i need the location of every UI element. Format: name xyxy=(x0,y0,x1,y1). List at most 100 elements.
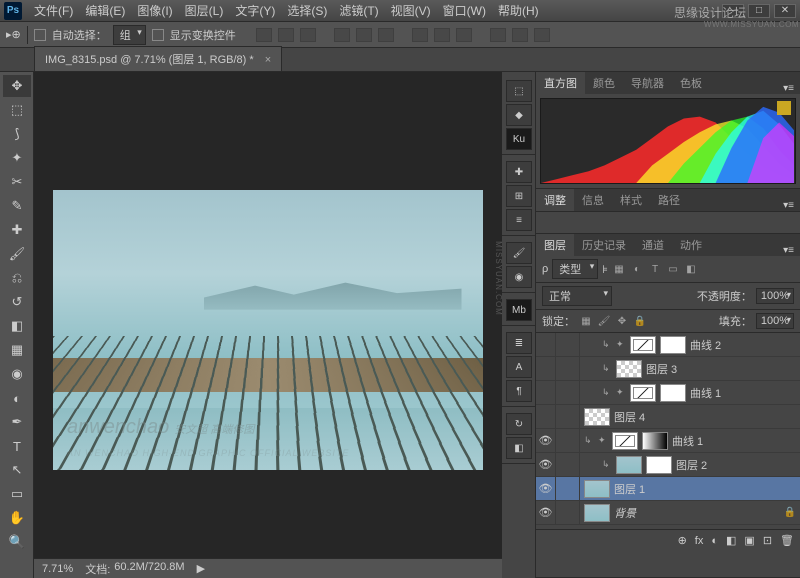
layer-thumb[interactable] xyxy=(660,336,686,354)
layer-thumb[interactable] xyxy=(660,384,686,402)
align-top-icon[interactable] xyxy=(334,28,350,42)
layer-name[interactable]: 曲线 2 xyxy=(690,337,721,353)
dock-btn-2[interactable]: ◆ xyxy=(506,104,532,126)
dock-btn-6[interactable]: 🖌 xyxy=(506,242,532,264)
move-tool[interactable]: ✥ xyxy=(3,75,31,97)
adjustment-layer-icon[interactable]: ◧ xyxy=(726,534,736,547)
history-brush-tool[interactable]: ↺ xyxy=(3,291,31,313)
layer-thumb[interactable] xyxy=(612,432,638,450)
fill-input[interactable]: 100% xyxy=(756,313,794,329)
histogram-cache-warn-icon[interactable] xyxy=(777,101,791,115)
menu-file[interactable]: 文件(F) xyxy=(28,2,79,19)
status-zoom[interactable]: 7.71% xyxy=(42,563,73,575)
filter-kind-select[interactable]: 类型 xyxy=(552,259,598,279)
layer-row[interactable]: 👁图层 1 xyxy=(536,477,800,501)
dock-btn-8[interactable]: ≣ xyxy=(506,332,532,354)
status-menu-arrow[interactable]: ▶ xyxy=(197,562,205,575)
distribute-6-icon[interactable] xyxy=(534,28,550,42)
layer-thumb[interactable] xyxy=(646,456,672,474)
brush-tool[interactable]: 🖌 xyxy=(3,243,31,265)
link-layers-icon[interactable]: ⊕ xyxy=(678,534,687,547)
menu-image[interactable]: 图像(I) xyxy=(131,2,178,19)
path-select-tool[interactable]: ↖ xyxy=(3,459,31,481)
new-layer-icon[interactable]: ⊡ xyxy=(763,534,772,547)
layer-thumb[interactable] xyxy=(616,456,642,474)
auto-select-checkbox[interactable] xyxy=(34,29,46,41)
group-layers-icon[interactable]: ▣ xyxy=(744,534,754,547)
align-left-icon[interactable] xyxy=(256,28,272,42)
menu-select[interactable]: 选择(S) xyxy=(281,2,333,19)
layer-row[interactable]: ↳✦曲线 1 xyxy=(536,381,800,405)
panel-menu-icon[interactable]: ▾≡ xyxy=(777,245,800,256)
dock-btn-ku[interactable]: Ku xyxy=(506,128,532,150)
tab-layers[interactable]: 图层 xyxy=(536,234,574,256)
layer-name[interactable]: 图层 1 xyxy=(614,481,645,497)
stamp-tool[interactable]: ⎌ xyxy=(3,267,31,289)
lock-all-icon[interactable]: 🔒 xyxy=(633,314,647,328)
show-transform-checkbox[interactable] xyxy=(152,29,164,41)
layer-thumb[interactable] xyxy=(584,504,610,522)
layer-row[interactable]: 图层 4 xyxy=(536,405,800,429)
layer-name[interactable]: 图层 3 xyxy=(646,361,677,377)
visibility-toggle[interactable] xyxy=(536,333,556,357)
eraser-tool[interactable]: ◧ xyxy=(3,315,31,337)
dock-btn-9[interactable]: ↻ xyxy=(506,413,532,435)
blend-mode-select[interactable]: 正常 xyxy=(542,286,612,306)
distribute-h-icon[interactable] xyxy=(412,28,428,42)
tab-history[interactable]: 历史记录 xyxy=(574,234,634,256)
zoom-tool[interactable]: 🔍 xyxy=(3,531,31,553)
tab-styles[interactable]: 样式 xyxy=(612,189,650,211)
distribute-3-icon[interactable] xyxy=(456,28,472,42)
layer-thumb[interactable] xyxy=(584,480,610,498)
quick-select-tool[interactable]: ✦ xyxy=(3,147,31,169)
dock-btn-1[interactable]: ⬚ xyxy=(506,80,532,102)
lasso-tool[interactable]: ⟆ xyxy=(3,123,31,145)
dock-btn-4[interactable]: ⊞ xyxy=(506,185,532,207)
opacity-input[interactable]: 100% xyxy=(756,288,794,304)
visibility-toggle[interactable]: 👁 xyxy=(536,501,556,525)
dock-btn-mb[interactable]: Mb xyxy=(506,299,532,321)
dock-btn-char[interactable]: A xyxy=(506,356,532,378)
pen-tool[interactable]: ✒ xyxy=(3,411,31,433)
gradient-tool[interactable]: ▦ xyxy=(3,339,31,361)
dock-btn-5[interactable]: ≡ xyxy=(506,209,532,231)
visibility-toggle[interactable] xyxy=(536,381,556,405)
hand-tool[interactable]: ✋ xyxy=(3,507,31,529)
panel-menu-icon[interactable]: ▾≡ xyxy=(777,200,800,211)
layer-fx-icon[interactable]: fx xyxy=(695,535,704,547)
dock-btn-7[interactable]: ◉ xyxy=(506,266,532,288)
close-tab-icon[interactable]: × xyxy=(265,54,271,66)
tab-navigator[interactable]: 导航器 xyxy=(623,72,672,94)
align-center-h-icon[interactable] xyxy=(278,28,294,42)
layer-name[interactable]: 图层 4 xyxy=(614,409,645,425)
layer-row[interactable]: ↳✦曲线 2 xyxy=(536,333,800,357)
menu-edit[interactable]: 编辑(E) xyxy=(79,2,131,19)
layer-thumb[interactable] xyxy=(616,360,642,378)
eyedropper-tool[interactable]: ✎ xyxy=(3,195,31,217)
tab-paths[interactable]: 路径 xyxy=(650,189,688,211)
delete-layer-icon[interactable]: 🗑 xyxy=(780,534,794,547)
menu-help[interactable]: 帮助(H) xyxy=(492,2,545,19)
filter-adjust-icon[interactable]: ◐ xyxy=(630,262,644,276)
layer-name[interactable]: 背景 xyxy=(614,505,636,521)
filter-smart-icon[interactable]: ◧ xyxy=(684,262,698,276)
tab-channels[interactable]: 通道 xyxy=(634,234,672,256)
layer-row[interactable]: 👁背景🔒 xyxy=(536,501,800,525)
tab-info[interactable]: 信息 xyxy=(574,189,612,211)
document-canvas[interactable]: anwenchao 安文超 高端修图 AN WENCHAO HIGH-END G… xyxy=(53,190,483,470)
distribute-5-icon[interactable] xyxy=(512,28,528,42)
tab-actions[interactable]: 动作 xyxy=(672,234,710,256)
align-bottom-icon[interactable] xyxy=(378,28,394,42)
shape-tool[interactable]: ▭ xyxy=(3,483,31,505)
layer-thumb[interactable] xyxy=(642,432,668,450)
filter-type-icon[interactable]: T xyxy=(648,262,662,276)
visibility-toggle[interactable]: 👁 xyxy=(536,453,556,477)
heal-tool[interactable]: ✚ xyxy=(3,219,31,241)
menu-layer[interactable]: 图层(L) xyxy=(179,2,230,19)
visibility-toggle[interactable] xyxy=(536,405,556,429)
blur-tool[interactable]: ◉ xyxy=(3,363,31,385)
layer-row[interactable]: 👁↳图层 2 xyxy=(536,453,800,477)
lock-transparent-icon[interactable]: ▦ xyxy=(579,314,593,328)
panel-menu-icon[interactable]: ▾≡ xyxy=(777,83,800,94)
layer-row[interactable]: ↳图层 3 xyxy=(536,357,800,381)
